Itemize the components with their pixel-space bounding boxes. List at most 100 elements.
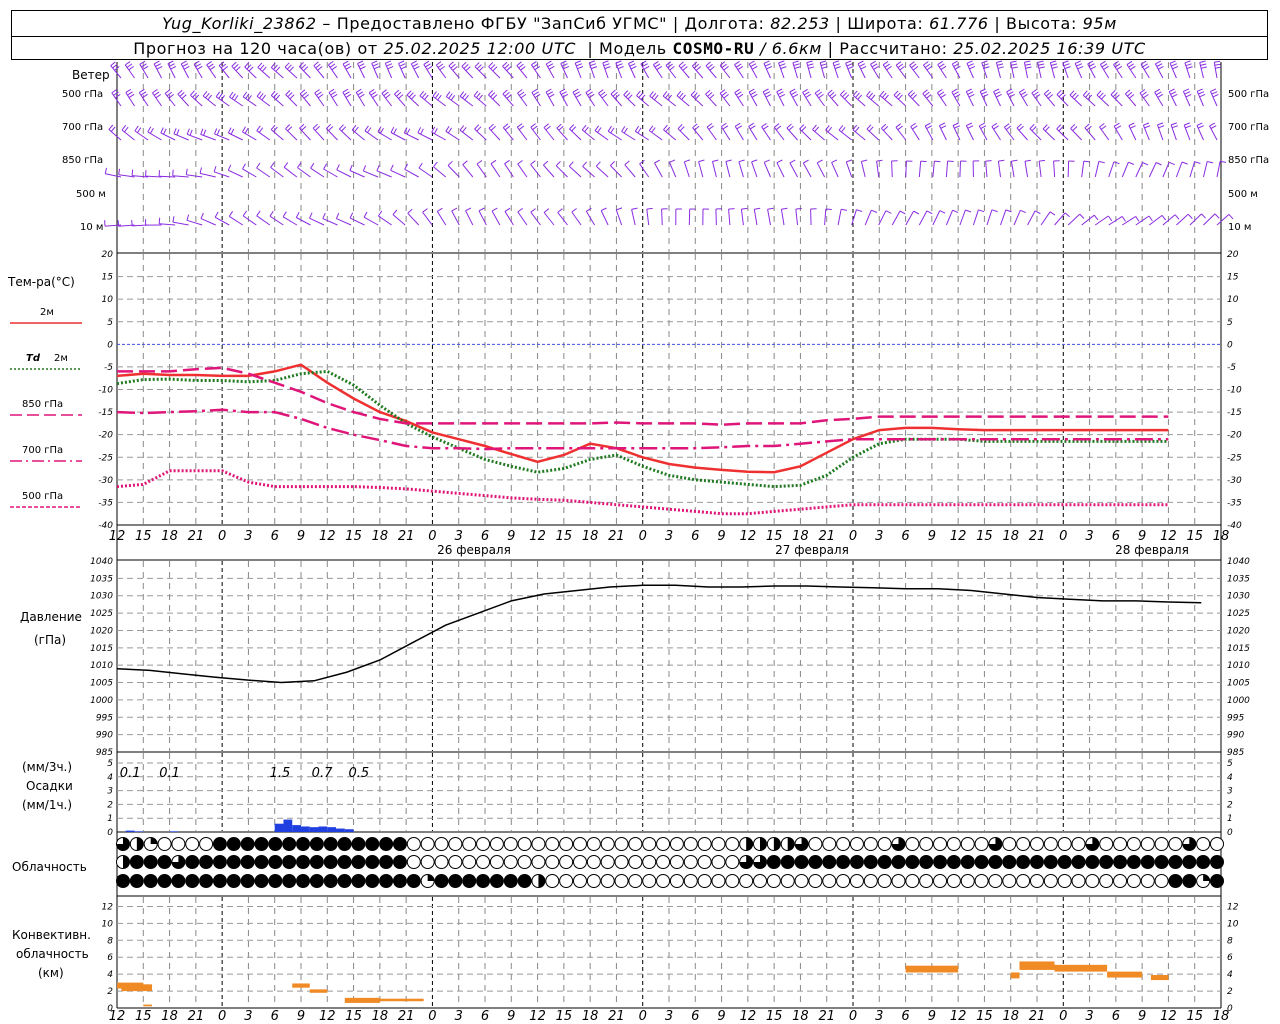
temp-hour-label: 3 — [244, 529, 252, 544]
wind-barb-feather — [920, 160, 927, 163]
wind-barb-shaft — [705, 93, 717, 107]
wind-barb-feather — [1144, 125, 1151, 129]
temp-tick-right: -25 — [1227, 453, 1242, 463]
wind-barb — [557, 208, 568, 226]
wind-barb-feather — [532, 125, 538, 131]
cloud-circle — [572, 837, 587, 851]
conv-bar — [143, 1004, 153, 1007]
wind-barb-feather — [543, 160, 549, 166]
wind-barb-shaft — [799, 128, 812, 141]
wind-barb-feather — [474, 124, 480, 130]
wind-barb-shaft — [349, 217, 365, 226]
wind-barb-feather — [1128, 94, 1135, 99]
cloud-symbol — [1196, 874, 1211, 888]
wind-barb-feather — [227, 164, 232, 171]
temp-hour-label: 12 — [950, 529, 967, 544]
wind-barb-feather — [1072, 126, 1078, 131]
cloud-symbol — [711, 837, 726, 851]
wind-barb — [244, 62, 257, 79]
wind-barb-feather — [533, 91, 539, 96]
wind-barb-shaft — [200, 218, 216, 226]
wind-barb-feather — [127, 91, 133, 96]
cloud-symbol — [171, 837, 186, 851]
wind-barb — [688, 208, 696, 226]
cloud-fill — [310, 855, 324, 869]
temp-hour-label: 9 — [507, 529, 515, 544]
wind-barb-shaft — [753, 209, 758, 226]
wind-barb-feather — [115, 93, 121, 99]
wind-barb-feather — [1116, 65, 1123, 71]
wind-barb-feather — [748, 122, 754, 127]
precip-tick-left: 1 — [107, 814, 113, 824]
wind-barb-feather — [643, 65, 650, 70]
wind-barb — [151, 88, 163, 107]
wind-barb — [1042, 124, 1055, 141]
cloud-fill — [310, 874, 324, 888]
wind-barb-shaft — [543, 212, 555, 226]
cloud-symbol — [877, 855, 892, 869]
cloud-symbol — [739, 837, 754, 851]
pressure-tick-left: 990 — [96, 731, 113, 741]
cloud-symbol — [642, 874, 657, 888]
wind-barb-feather — [1074, 60, 1081, 64]
wind-barb-feather — [316, 91, 322, 96]
wind-barb — [349, 164, 365, 178]
cloud-fill — [227, 855, 241, 869]
cloud-symbol — [766, 837, 781, 851]
precip-bar — [134, 831, 144, 832]
conv-bar — [1107, 971, 1143, 978]
wind-barb-shaft — [678, 65, 690, 79]
wind-barb-shaft — [585, 211, 596, 226]
wind-barb-shaft — [451, 210, 460, 226]
wind-barb-shaft — [269, 215, 284, 226]
wind-barb-shaft — [839, 94, 853, 107]
wind-barb-shaft — [502, 93, 514, 107]
conv-hour-label: 21 — [1029, 1009, 1046, 1024]
cloud-symbol — [309, 837, 324, 851]
wind-barb — [1040, 211, 1056, 226]
temp-hour-label: 9 — [928, 529, 936, 544]
wind-barb-feather — [789, 88, 796, 93]
wind-barb-feather — [721, 63, 727, 69]
wind-barb-feather — [216, 129, 220, 136]
wind-barb-feather — [149, 127, 154, 134]
wind-barb-feather — [437, 207, 443, 212]
wind-barb-feather — [283, 162, 289, 168]
wind-barb-feather — [199, 167, 202, 174]
conv-bar — [344, 997, 380, 1003]
cloud-fill — [947, 855, 961, 869]
wind-barb — [646, 207, 653, 226]
cloud-symbol — [960, 855, 975, 869]
cloud-symbol — [1002, 837, 1017, 851]
wind-barb-feather — [502, 123, 509, 128]
wind-barb-shaft — [812, 129, 825, 141]
wind-barb — [407, 208, 420, 226]
wind-title: Ветер — [72, 68, 110, 82]
cloud-fill — [116, 874, 130, 888]
wind-barb-shaft — [173, 133, 189, 141]
wind-barb-feather — [364, 125, 369, 132]
wind-barb-feather — [1009, 93, 1015, 98]
cloud-symbol — [448, 874, 463, 888]
wind-barb-shaft — [445, 130, 460, 141]
conv-tick-left: 0 — [107, 1004, 113, 1014]
cloud-symbol — [240, 855, 255, 869]
cloud-symbol — [296, 837, 311, 851]
wind-barb-shaft — [186, 219, 203, 226]
wind-barb-feather — [637, 127, 642, 134]
cloud-circle — [1168, 837, 1183, 851]
wind-barb-feather — [1047, 94, 1054, 99]
wind-barb-feather — [385, 60, 391, 64]
precip-bar — [301, 826, 310, 832]
wind-barb-feather — [329, 63, 336, 68]
pressure-tick-left: 1040 — [90, 557, 113, 567]
temp-tick-left: -35 — [98, 498, 113, 508]
wind-barb — [661, 208, 668, 226]
wind-barb — [285, 124, 298, 141]
wind-barb-feather — [153, 60, 160, 65]
wind-barb-shaft — [517, 163, 528, 178]
cloud-symbol — [254, 874, 269, 888]
cloud-fill — [1182, 855, 1196, 869]
wind-barb-feather — [163, 128, 167, 135]
wind-barb-feather — [398, 94, 404, 99]
